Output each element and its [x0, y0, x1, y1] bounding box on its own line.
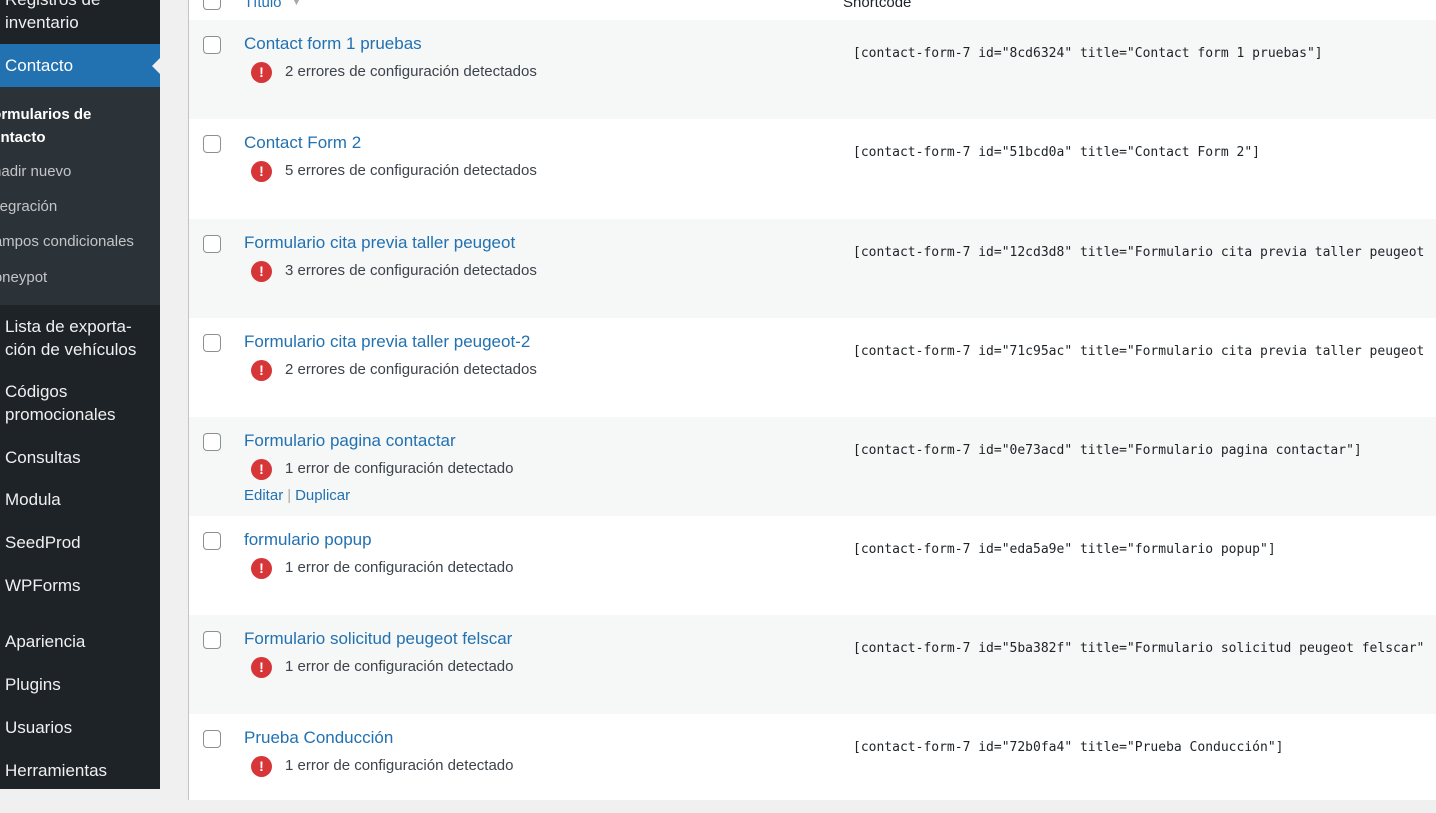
table-row: Formulario cita previa taller peugeot ! …: [189, 219, 1436, 318]
row-actions: Editar | Duplicar: [244, 487, 350, 504]
table-row: Contact Form 2 ! 5 errores de configurac…: [189, 119, 1436, 218]
menu-item-label: Modula: [5, 490, 61, 509]
form-title-link[interactable]: Formulario solicitud peugeot felscar: [244, 629, 512, 649]
form-title-link[interactable]: Formulario pagina contactar: [244, 431, 456, 451]
submenu-item-formularios[interactable]: Formularios de contacto: [0, 103, 103, 149]
form-title-link[interactable]: Formulario cita previa taller peugeot-2: [244, 332, 530, 352]
error-icon: !: [251, 756, 272, 777]
menu-item-codigos-promocionales[interactable]: Códigos promocionales: [5, 380, 155, 426]
column-header-title[interactable]: Título: [244, 0, 282, 11]
menu-item-label: WPForms: [5, 576, 81, 595]
menu-item-label: Usuarios: [5, 718, 73, 737]
row-checkbox[interactable]: [203, 36, 221, 54]
shortcode-text: [contact-form-7 id="71c95ac" title="Form…: [853, 344, 1426, 359]
column-header-shortcode: Shortcode: [843, 0, 912, 11]
select-all-checkbox[interactable]: [203, 0, 221, 10]
shortcode-text: [contact-form-7 id="0e73acd" title="Form…: [853, 443, 1362, 458]
table-header: Título ▼ Shortcode: [189, 0, 1436, 21]
config-error-text[interactable]: 1 error de configuración detectado: [285, 559, 513, 576]
menu-item-lista-exportacion[interactable]: Lista de exporta-ción de vehículos: [5, 315, 155, 361]
config-error-text[interactable]: 1 error de configuración detectado: [285, 757, 513, 774]
form-title-link[interactable]: Prueba Conducción: [244, 728, 393, 748]
menu-item-label: Consultas: [5, 448, 81, 467]
form-title-link[interactable]: Contact Form 2: [244, 133, 361, 153]
menu-item-label: SeedProd: [5, 533, 81, 552]
row-checkbox[interactable]: [203, 135, 221, 153]
form-title-link[interactable]: Formulario cita previa taller peugeot: [244, 233, 515, 253]
menu-item-plugins[interactable]: Plugins: [5, 673, 155, 696]
forms-list-table: Título ▼ Shortcode Contact form 1 prueba…: [188, 0, 1436, 800]
action-separator: |: [287, 487, 292, 504]
menu-item-label: Códigos promocionales: [5, 382, 116, 424]
table-row: Formulario cita previa taller peugeot-2 …: [189, 318, 1436, 417]
table-row: formulario popup ! 1 error de configurac…: [189, 516, 1436, 615]
menu-item-herramientas[interactable]: Herramientas: [5, 759, 155, 782]
shortcode-text: [contact-form-7 id="5ba382f" title="Form…: [853, 641, 1426, 656]
sort-indicator-icon: ▼: [291, 0, 302, 8]
contacto-submenu: Formularios de contacto Añadir nuevo Int…: [0, 87, 160, 305]
shortcode-text: [contact-form-7 id="51bcd0a" title="Cont…: [853, 145, 1260, 160]
config-error-text[interactable]: 1 error de configuración detectado: [285, 460, 513, 477]
submenu-item-honeypot[interactable]: Honeypot: [0, 269, 47, 286]
config-error-text[interactable]: 1 error de configuración detectado: [285, 658, 513, 675]
shortcode-text: [contact-form-7 id="12cd3d8" title="Form…: [853, 245, 1426, 260]
menu-item-seedprod[interactable]: SeedProd: [5, 531, 155, 554]
menu-item-label: Registros de inventario: [5, 0, 100, 32]
error-icon: !: [251, 558, 272, 579]
row-checkbox[interactable]: [203, 730, 221, 748]
menu-item-label: Herramientas: [5, 761, 108, 780]
submenu-item-anadir-nuevo[interactable]: Añadir nuevo: [0, 163, 71, 180]
config-error-text[interactable]: 3 errores de configuración detectados: [285, 262, 537, 279]
error-icon: !: [251, 62, 272, 83]
error-icon: !: [251, 459, 272, 480]
menu-item-label: Contacto: [5, 56, 74, 75]
error-icon: !: [251, 261, 272, 282]
shortcode-text: [contact-form-7 id="72b0fa4" title="Prue…: [853, 740, 1284, 755]
menu-item-usuarios[interactable]: Usuarios: [5, 716, 155, 739]
menu-item-label: Plugins: [5, 675, 61, 694]
table-row: Contact form 1 pruebas ! 2 errores de co…: [189, 20, 1436, 119]
form-title-link[interactable]: formulario popup: [244, 530, 372, 550]
error-icon: !: [251, 657, 272, 678]
duplicate-link[interactable]: Duplicar: [295, 487, 350, 504]
config-error-text[interactable]: 5 errores de configuración detectados: [285, 162, 537, 179]
shortcode-text: [contact-form-7 id="eda5a9e" title="form…: [853, 542, 1276, 557]
row-checkbox[interactable]: [203, 631, 221, 649]
row-checkbox[interactable]: [203, 433, 221, 451]
form-title-link[interactable]: Contact form 1 pruebas: [244, 34, 422, 54]
submenu-item-integracion[interactable]: Integración: [0, 198, 57, 215]
row-checkbox[interactable]: [203, 532, 221, 550]
menu-item-label: Lista de exporta-ción de vehículos: [5, 317, 137, 359]
row-checkbox[interactable]: [203, 235, 221, 253]
table-row: Formulario pagina contactar ! 1 error de…: [189, 417, 1436, 516]
admin-sidebar: Registros de inventario Contacto Formula…: [0, 0, 160, 789]
menu-item-label: Apariencia: [5, 632, 86, 651]
table-row: Formulario solicitud peugeot felscar ! 1…: [189, 615, 1436, 714]
current-menu-arrow-icon: [152, 58, 160, 74]
submenu-item-campos-condicionales[interactable]: Campos condicionales: [0, 233, 134, 250]
table-row: Prueba Conducción ! 1 error de configura…: [189, 714, 1436, 813]
shortcode-text: [contact-form-7 id="8cd6324" title="Cont…: [853, 46, 1323, 61]
config-error-text[interactable]: 2 errores de configuración detectados: [285, 63, 537, 80]
menu-item-consultas[interactable]: Consultas: [5, 446, 155, 469]
menu-item-registros[interactable]: Registros de inventario: [0, 0, 160, 44]
menu-item-contacto[interactable]: Contacto: [0, 44, 160, 87]
edit-link[interactable]: Editar: [244, 487, 283, 504]
error-icon: !: [251, 161, 272, 182]
menu-item-apariencia[interactable]: Apariencia: [5, 630, 155, 653]
config-error-text[interactable]: 2 errores de configuración detectados: [285, 361, 537, 378]
row-checkbox[interactable]: [203, 334, 221, 352]
menu-item-modula[interactable]: Modula: [5, 488, 155, 511]
error-icon: !: [251, 360, 272, 381]
menu-item-wpforms[interactable]: WPForms: [5, 574, 155, 597]
